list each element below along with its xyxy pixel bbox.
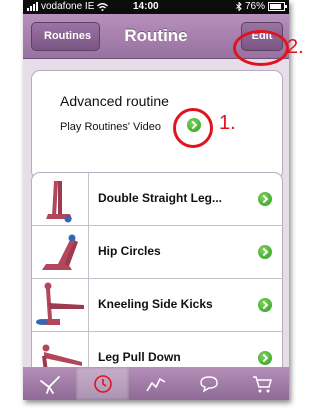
- wifi-icon: [97, 2, 109, 11]
- tab-exercises[interactable]: [23, 367, 76, 400]
- exercise-thumbnail: [32, 226, 89, 278]
- carrier: vodafone IE: [27, 1, 109, 12]
- exercise-icon: [40, 376, 60, 394]
- routine-info-card: Advanced routine Play Routines' Video: [31, 70, 283, 180]
- edit-highlight-circle: [233, 30, 289, 66]
- list-item[interactable]: Kneeling Side Kicks: [32, 279, 282, 332]
- video-highlight-circle: [173, 108, 213, 148]
- exercise-label: Leg Pull Down: [98, 350, 181, 364]
- status-right: 76%: [236, 1, 287, 12]
- status-time: 14:00: [133, 1, 159, 12]
- annotation-label-1: 1.: [219, 112, 236, 134]
- tab-shop[interactable]: [235, 367, 288, 400]
- kneeling-kick-figure-icon: [36, 282, 84, 325]
- tab-bar: [23, 367, 289, 400]
- battery-icon: [268, 2, 287, 11]
- speech-bubble-icon: [200, 376, 218, 393]
- list-item[interactable]: Hip Circles: [32, 226, 282, 279]
- chart-icon: [146, 377, 166, 392]
- list-item[interactable]: Double Straight Leg...: [32, 173, 282, 226]
- double-leg-figure-icon: [46, 181, 72, 223]
- exercise-list: Double Straight Leg... Hip Circles Kneel…: [31, 172, 283, 384]
- exercise-label: Hip Circles: [98, 244, 161, 258]
- tab-messages[interactable]: [182, 367, 235, 400]
- routine-name: Advanced routine: [60, 93, 169, 109]
- chevron-right-icon: [258, 351, 272, 365]
- exercise-label: Double Straight Leg...: [98, 191, 223, 205]
- exercise-thumbnail: [32, 279, 89, 331]
- chevron-right-icon: [258, 298, 272, 312]
- exercise-thumbnail: [32, 173, 89, 225]
- chevron-right-icon: [258, 245, 272, 259]
- bluetooth-icon: [236, 2, 242, 11]
- status-bar: vodafone IE 14:00 76%: [23, 0, 289, 14]
- clock-icon: [94, 375, 112, 393]
- annotation-label-2: 2.: [287, 36, 304, 58]
- tab-routines[interactable]: [76, 367, 129, 400]
- chevron-right-icon: [258, 192, 272, 206]
- exercise-label: Kneeling Side Kicks: [98, 297, 213, 311]
- battery-percent: 76%: [244, 1, 265, 12]
- hip-circles-figure-icon: [42, 234, 78, 270]
- play-video-label: Play Routines' Video: [60, 121, 161, 133]
- carrier-name: vodafone IE: [41, 1, 95, 12]
- tab-progress[interactable]: [129, 367, 182, 400]
- signal-icon: [27, 2, 38, 11]
- cart-icon: [253, 376, 272, 393]
